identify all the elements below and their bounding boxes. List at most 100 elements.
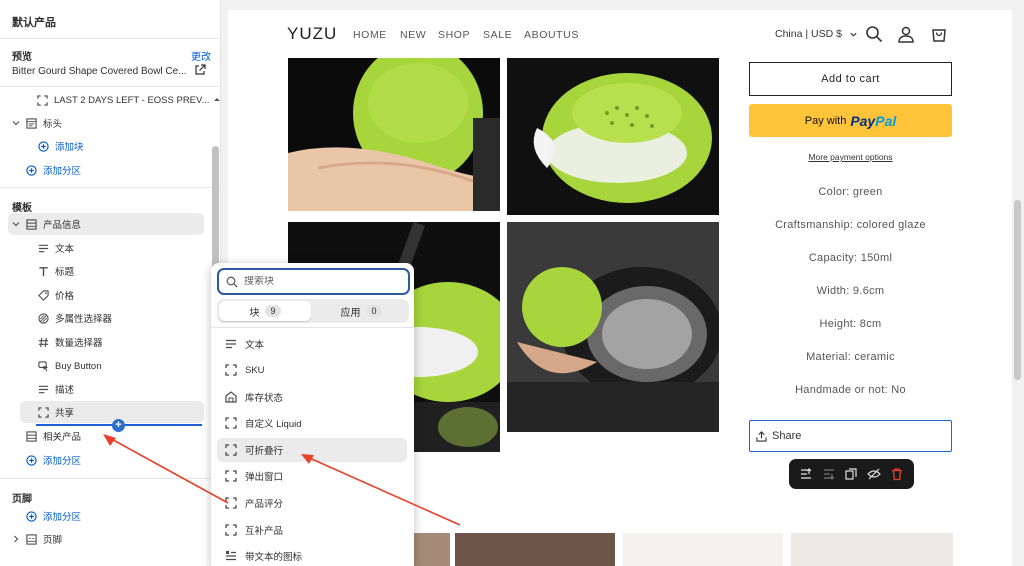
block-option-label: 带文本的图标 [245,552,303,563]
product-image-2[interactable] [507,58,719,215]
tab-count-badge: 9 [265,305,281,317]
block-label: 价格 [55,291,75,302]
share-button[interactable]: Share [749,420,952,452]
sidebar-title: 默认产品 [12,17,56,29]
currency-selector[interactable]: China | USD $ [775,28,858,40]
account-icon[interactable] [897,25,915,43]
spec-line: Craftsmanship: colored glaze [775,219,926,231]
related-product-thumb[interactable] [623,533,783,566]
cursor-click-icon [37,360,49,372]
related-product-thumb[interactable] [455,533,615,566]
text-lines-icon [37,383,49,395]
add-to-cart-button[interactable]: Add to cart [749,62,952,96]
tab-label: 块 [249,307,260,319]
block-label: Buy Button [55,360,102,372]
plus-circle-icon [25,164,37,176]
tab-blocks[interactable]: 块 9 [219,301,311,321]
popover-tabs: 块 9 应用 0 [217,299,409,323]
block-option-label: 产品评分 [245,499,284,510]
header-section-icon [25,117,37,129]
block-option-collapsible-row[interactable]: 可折叠行 [217,438,407,462]
external-link-icon[interactable] [194,64,206,76]
plus-circle-icon [25,454,37,466]
block-buy-button[interactable]: Buy Button [37,355,101,377]
block-share[interactable]: 共享 [37,401,74,423]
nav-shop[interactable]: SHOP [438,29,470,41]
block-search-box[interactable] [217,268,410,295]
related-product-thumb[interactable] [791,533,953,566]
chevron-down-icon[interactable] [11,118,21,128]
block-option-product-rating[interactable]: 产品评分 [217,491,407,515]
cart-icon[interactable] [930,25,948,43]
chevron-down-icon[interactable] [11,219,21,229]
block-option-label: 可折叠行 [245,446,284,457]
delete-icon[interactable] [890,467,904,481]
block-text[interactable]: 文本 [37,237,74,259]
hash-icon [37,336,49,348]
sidebar-item-header[interactable]: 标头 [25,112,62,134]
sidebar-item-footer[interactable]: 页脚 [25,528,62,550]
caret-up-icon[interactable] [212,94,222,104]
nav-new[interactable]: NEW [400,29,426,41]
block-option-complementary[interactable]: 互补产品 [217,518,407,542]
add-section-label: 添加分区 [43,512,82,523]
price-tag-icon [37,289,49,301]
nav-home[interactable]: HOME [353,29,387,41]
store-logo[interactable]: YUZU [287,24,337,44]
product-image-1[interactable] [288,58,500,211]
tab-count-badge: 0 [366,305,382,317]
add-block-popover: 块 9 应用 0 文本 SKU 库存状态 自定义 Liquid 可折叠行 弹出窗… [211,263,414,566]
move-down-icon[interactable] [822,467,836,481]
nav-sale[interactable]: SALE [483,29,512,41]
block-label: 数量选择器 [55,338,103,349]
divider [0,86,221,87]
block-option-text[interactable]: 文本 [217,332,407,356]
spec-line: Height: 8cm [819,318,882,330]
divider [0,187,221,188]
block-price[interactable]: 价格 [37,284,74,306]
search-icon [226,276,238,287]
sidebar-item-product-info[interactable]: 产品信息 [25,213,81,235]
tab-apps[interactable]: 应用 0 [315,301,407,321]
block-description[interactable]: 描述 [37,378,74,400]
share-label: Share [772,430,802,442]
block-option-label: 互补产品 [245,526,284,537]
block-label: 多属性选择器 [55,314,113,325]
preview-label: 预览 [12,52,32,63]
block-option-inventory[interactable]: 库存状态 [217,385,407,409]
add-section-button[interactable]: 添加分区 [25,449,81,471]
move-up-icon[interactable] [799,467,813,481]
change-product-link[interactable]: 更改 [191,48,211,63]
block-variant-picker[interactable]: 多属性选择器 [37,307,112,329]
block-option-custom-liquid[interactable]: 自定义 Liquid [217,411,407,435]
product-image-4[interactable] [507,222,719,432]
sidebar-item-related-products[interactable]: 相关产品 [25,425,81,447]
chevron-right-icon[interactable] [11,534,21,544]
more-payment-options-link[interactable]: More payment options [749,152,952,162]
add-block-button[interactable]: 添加块 [37,135,84,157]
duplicate-icon[interactable] [844,467,858,481]
paypal-prefix: Pay with [804,114,847,127]
add-section-button[interactable]: 添加分区 [25,159,81,181]
nav-aboutus[interactable]: ABOUTUS [524,29,579,41]
block-option-icon-with-text[interactable]: 带文本的图标 [217,544,407,566]
block-option-popup[interactable]: 弹出窗口 [217,464,407,488]
add-section-button[interactable]: 添加分区 [25,505,81,527]
insert-plus-icon[interactable]: + [112,419,125,432]
add-section-label: 添加分区 [43,166,82,177]
block-option-label: 库存状态 [245,393,284,404]
block-title[interactable]: 标题 [37,260,74,282]
preview-scrollbar[interactable] [1014,200,1021,380]
search-icon[interactable] [865,25,883,43]
block-search-input[interactable] [244,276,394,287]
spec-line: Material: ceramic [806,351,895,363]
block-quantity-selector[interactable]: 数量选择器 [37,331,103,353]
paypal-button[interactable]: Pay with Pay Pal [749,104,952,137]
block-option-sku[interactable]: SKU [217,358,407,382]
plus-circle-icon [37,140,49,152]
footer-section-icon [25,533,37,545]
sidebar-item-announcement[interactable]: LAST 2 DAYS LEFT - EOSS PREV... [36,89,209,111]
tab-label: 应用 [340,307,361,319]
editor-sidebar: 默认产品 预览 更改 Bitter Gourd Shape Covered Bo… [0,0,221,566]
hide-icon[interactable] [867,467,881,481]
